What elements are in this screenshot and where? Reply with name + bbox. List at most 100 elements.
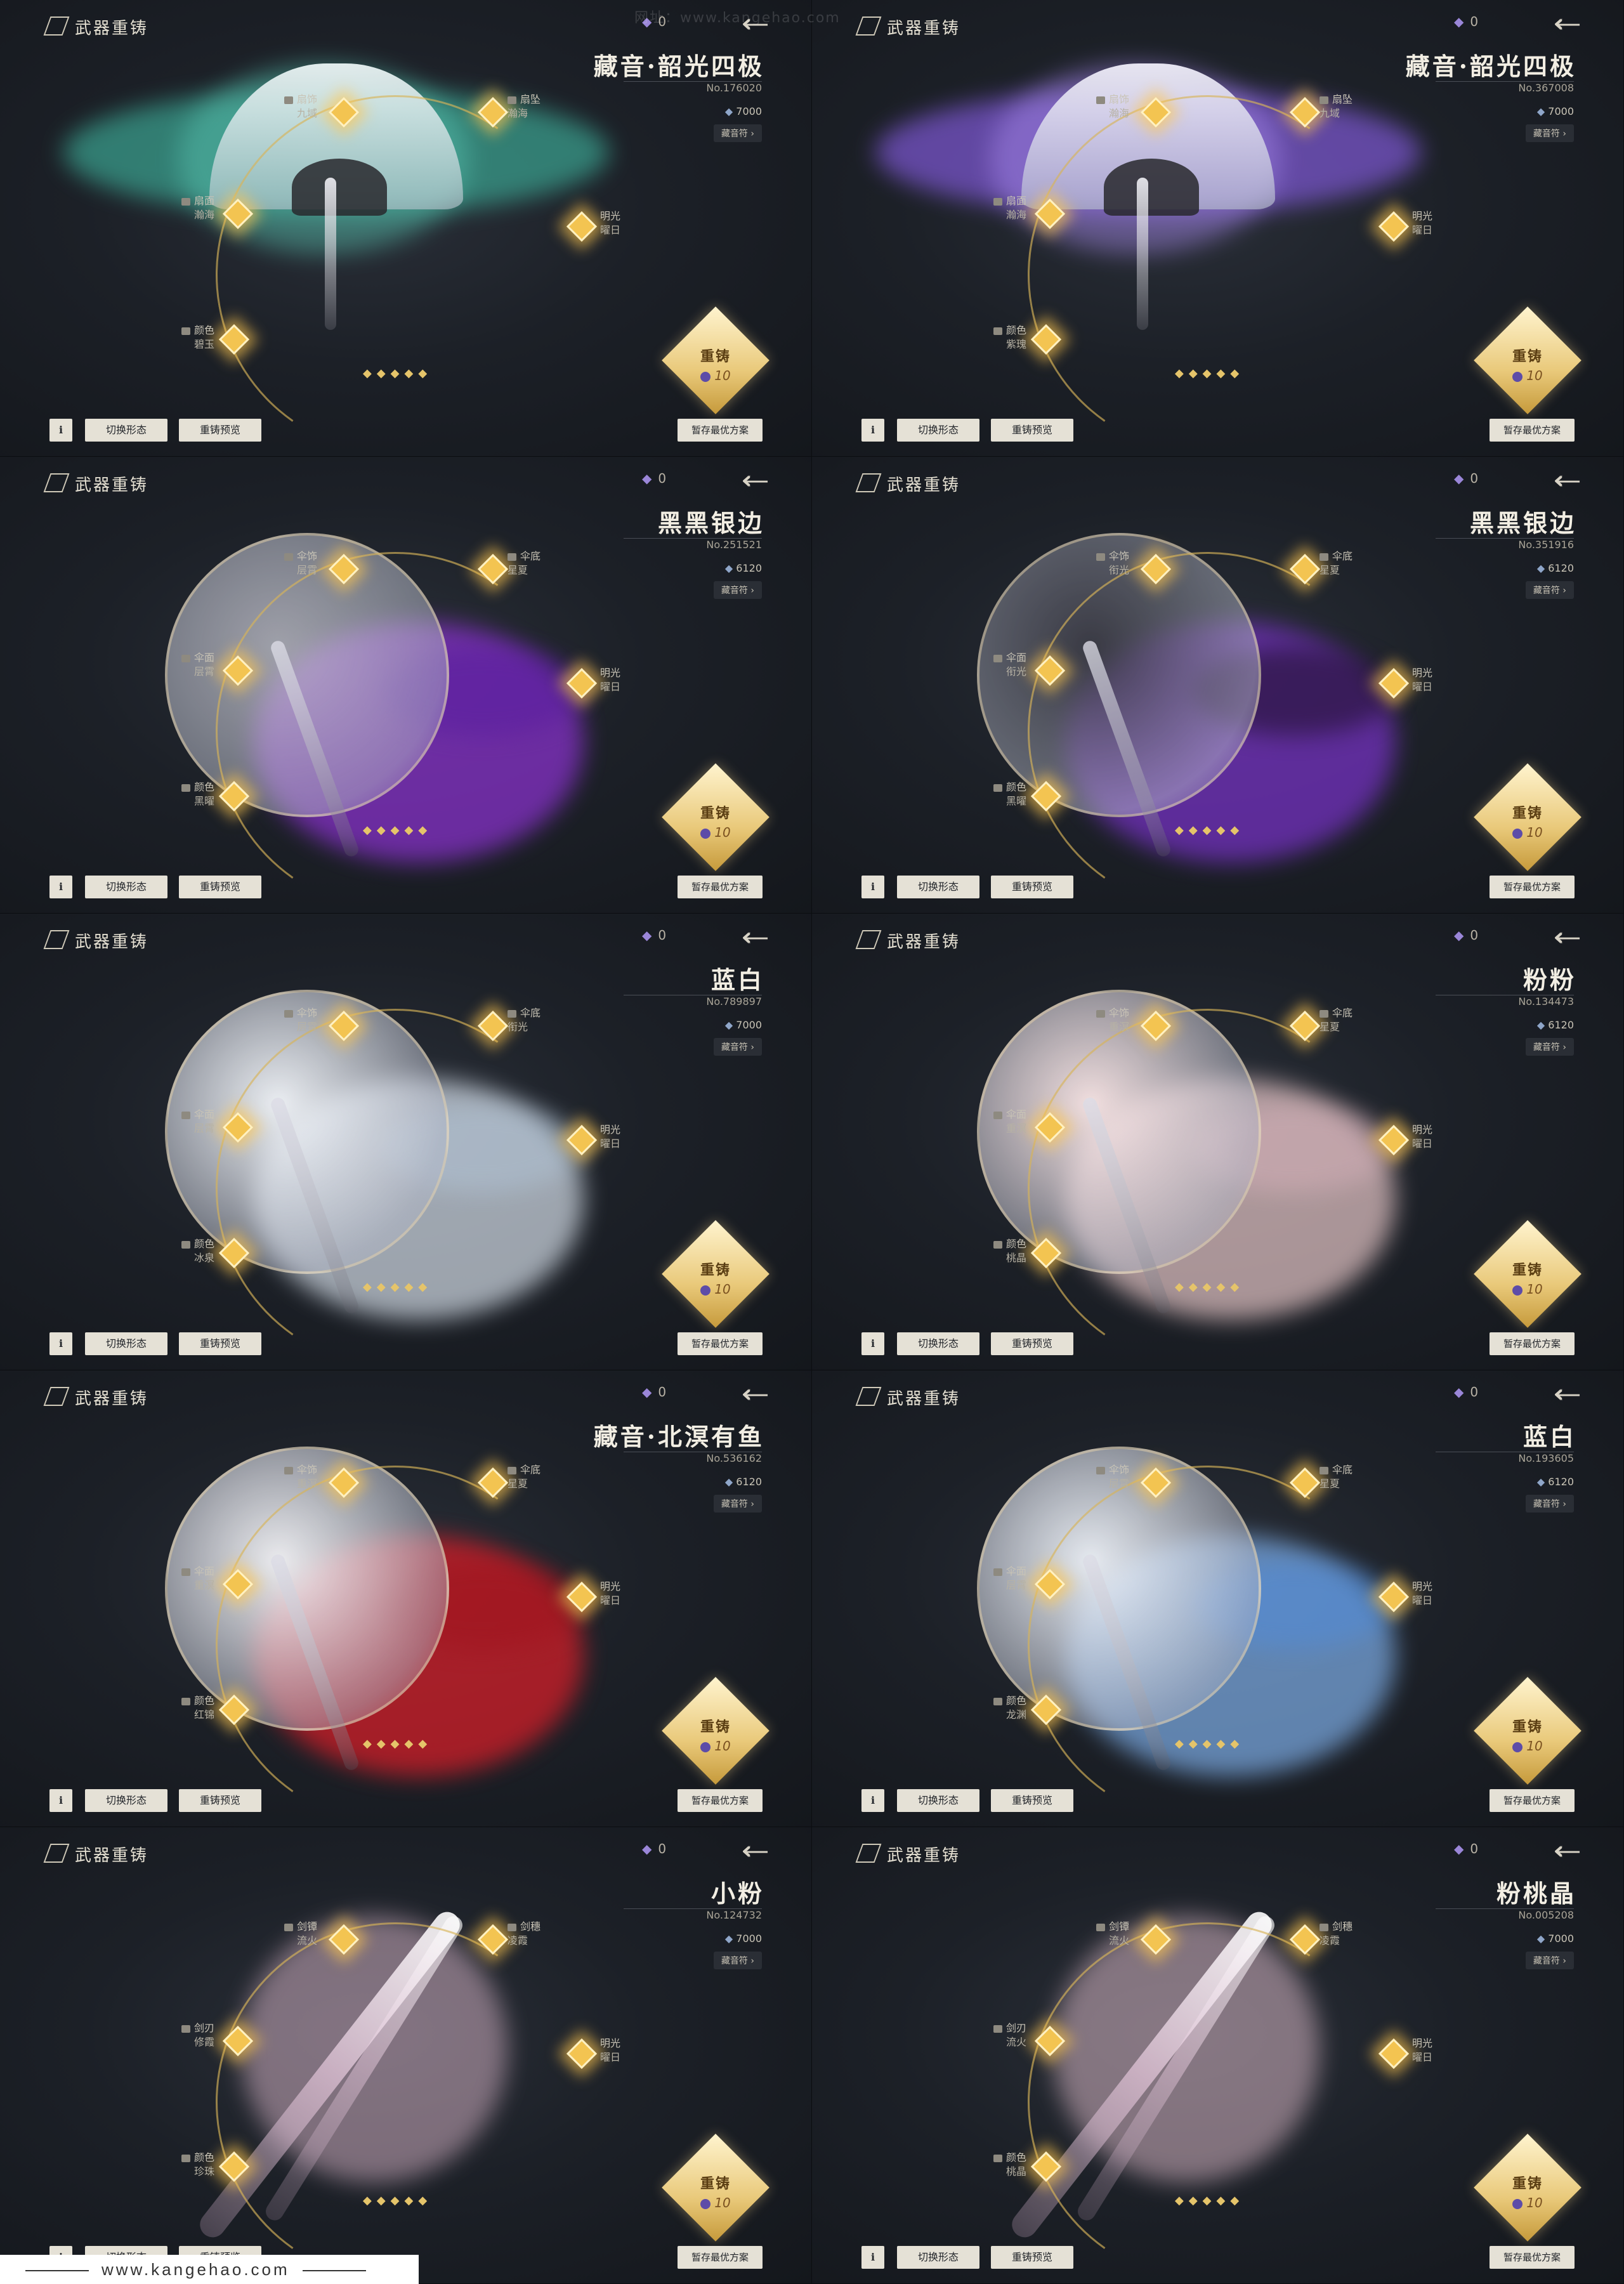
reforge-panel: 武器重铸 ◆ 0 ‹‹— 扇饰 瀚海 扇坠 九域 扇面 瀚海 颜色 紫瑰 明光 曜日 ◆◆◆… <box>812 0 1624 457</box>
info-button[interactable]: i <box>49 876 72 898</box>
skin-number: No.367008 <box>1436 81 1574 94</box>
reforge-label: 重铸 <box>700 1263 731 1278</box>
save-best-button[interactable]: 暂存最优方案 <box>1490 1332 1575 1355</box>
back-arrow-icon[interactable]: ‹‹— <box>1553 1836 1581 1865</box>
reforge-button-content[interactable]: 重铸 10 <box>1490 2153 1566 2229</box>
info-button[interactable]: i <box>861 1789 884 1812</box>
page-title: 武器重铸 <box>75 1389 149 1408</box>
back-arrow-icon[interactable]: ‹‹— <box>1553 1379 1581 1408</box>
tag-button[interactable]: 藏音符 › <box>1525 1038 1574 1056</box>
reforge-preview-button[interactable]: 重铸预览 <box>991 1789 1073 1812</box>
info-button[interactable]: i <box>49 1789 72 1812</box>
skin-number: No.351916 <box>1436 538 1574 551</box>
reforge-preview-button[interactable]: 重铸预览 <box>179 1332 261 1355</box>
part-label: 颜色 红锦 <box>164 1694 214 1722</box>
part-label: 剑镡 流火 <box>1078 1920 1129 1948</box>
tag-button[interactable]: 藏音符 › <box>713 1952 762 1969</box>
save-best-button[interactable]: 暂存最优方案 <box>1490 876 1575 898</box>
skin-name: 黑黑银边 <box>1469 509 1576 537</box>
info-button[interactable]: i <box>49 419 72 442</box>
save-best-button[interactable]: 暂存最优方案 <box>1490 1789 1575 1812</box>
back-arrow-icon[interactable]: ‹‹— <box>741 1836 769 1865</box>
currency-counter: ◆ 0 <box>1454 14 1478 29</box>
info-button[interactable]: i <box>861 876 884 898</box>
reforge-button-content[interactable]: 重铸 10 <box>1490 1240 1566 1316</box>
reforge-button-content[interactable]: 重铸 10 <box>1490 326 1566 402</box>
reforge-preview-button[interactable]: 重铸预览 <box>991 419 1073 442</box>
switch-form-button[interactable]: 切换形态 <box>897 1332 979 1355</box>
save-best-button[interactable]: 暂存最优方案 <box>678 419 763 442</box>
orb-icon <box>1512 371 1523 382</box>
footer-watermark: www.kangehao.com <box>0 2255 419 2284</box>
tag-button[interactable]: 藏音符 › <box>1525 124 1574 142</box>
reforge-cost: 10 <box>700 825 731 840</box>
part-label: 颜色 桃晶 <box>976 2151 1026 2179</box>
skin-name: 黑黑银边 <box>657 509 764 537</box>
save-best-button[interactable]: 暂存最优方案 <box>678 1789 763 1812</box>
reforge-preview-button[interactable]: 重铸预览 <box>991 876 1073 898</box>
page-title: 武器重铸 <box>887 1389 961 1408</box>
switch-form-button[interactable]: 切换形态 <box>897 2246 979 2269</box>
part-label: 伞饰 层霄 <box>266 549 317 577</box>
tag-button[interactable]: 藏音符 › <box>1525 581 1574 599</box>
tag-button[interactable]: 藏音符 › <box>713 1038 762 1056</box>
switch-form-button[interactable]: 切换形态 <box>85 876 167 898</box>
back-arrow-icon[interactable]: ‹‹— <box>1553 9 1581 38</box>
switch-form-button[interactable]: 切换形态 <box>897 876 979 898</box>
switch-form-button[interactable]: 切换形态 <box>85 419 167 442</box>
save-best-button[interactable]: 暂存最优方案 <box>678 2246 763 2269</box>
star-rating: ◆◆◆◆◆ <box>363 1737 433 1750</box>
part-label: 伞饰 层霄 <box>1078 1463 1129 1491</box>
part-label: 伞饰 重溟 <box>266 1463 317 1491</box>
reforge-preview-button[interactable]: 重铸预览 <box>991 1332 1073 1355</box>
skin-number: No.789897 <box>624 995 762 1007</box>
part-label: 颜色 桃晶 <box>976 1237 1026 1265</box>
orb-icon <box>1512 1285 1523 1296</box>
tag-button[interactable]: 藏音符 › <box>1525 1495 1574 1513</box>
back-arrow-icon[interactable]: ‹‹— <box>741 466 769 495</box>
save-best-button[interactable]: 暂存最优方案 <box>1490 419 1575 442</box>
reforge-button-content[interactable]: 重铸 10 <box>678 2153 754 2229</box>
tag-button[interactable]: 藏音符 › <box>713 124 762 142</box>
tag-button[interactable]: 藏音符 › <box>1525 1952 1574 1969</box>
part-label: 颜色 紫瑰 <box>976 324 1026 351</box>
reforge-preview-button[interactable]: 重铸预览 <box>179 419 261 442</box>
orb-icon <box>700 1285 711 1296</box>
reforge-button-content[interactable]: 重铸 10 <box>678 783 754 859</box>
star-rating: ◆◆◆◆◆ <box>363 824 433 837</box>
switch-form-button[interactable]: 切换形态 <box>897 419 979 442</box>
currency-counter: ◆ 0 <box>1454 1384 1478 1400</box>
switch-form-button[interactable]: 切换形态 <box>897 1789 979 1812</box>
reforge-preview-button[interactable]: 重铸预览 <box>179 876 261 898</box>
reforge-label: 重铸 <box>1512 1263 1543 1278</box>
info-button[interactable]: i <box>49 1332 72 1355</box>
switch-form-button[interactable]: 切换形态 <box>85 1332 167 1355</box>
gem-icon: ◆ <box>1454 1384 1464 1400</box>
info-button[interactable]: i <box>861 1332 884 1355</box>
back-arrow-icon[interactable]: ‹‹— <box>1553 922 1581 952</box>
skin-name: 蓝白 <box>1522 1422 1576 1451</box>
reforge-preview-button[interactable]: 重铸预览 <box>179 1789 261 1812</box>
switch-form-button[interactable]: 切换形态 <box>85 1789 167 1812</box>
reforge-label: 重铸 <box>700 1719 731 1735</box>
part-label: 明光 曜日 <box>600 210 621 236</box>
back-arrow-icon[interactable]: ‹‹— <box>1553 466 1581 495</box>
back-arrow-icon[interactable]: ‹‹— <box>741 922 769 952</box>
info-button[interactable]: i <box>861 419 884 442</box>
save-best-button[interactable]: 暂存最优方案 <box>678 1332 763 1355</box>
info-button[interactable]: i <box>861 2246 884 2269</box>
reforge-button-content[interactable]: 重铸 10 <box>1490 783 1566 859</box>
reforge-button-content[interactable]: 重铸 10 <box>1490 1697 1566 1773</box>
currency-value: 0 <box>1470 928 1479 943</box>
gem-icon: ◆ <box>642 1384 652 1400</box>
reforge-preview-button[interactable]: 重铸预览 <box>991 2246 1073 2269</box>
save-best-button[interactable]: 暂存最优方案 <box>1490 2246 1575 2269</box>
reforge-button-content[interactable]: 重铸 10 <box>678 326 754 402</box>
reforge-button-content[interactable]: 重铸 10 <box>678 1697 754 1773</box>
tag-button[interactable]: 藏音符 › <box>713 1495 762 1513</box>
tag-button[interactable]: 藏音符 › <box>713 581 762 599</box>
reforge-button-content[interactable]: 重铸 10 <box>678 1240 754 1316</box>
reforge-cost: 10 <box>1512 825 1543 840</box>
back-arrow-icon[interactable]: ‹‹— <box>741 1379 769 1408</box>
save-best-button[interactable]: 暂存最优方案 <box>678 876 763 898</box>
